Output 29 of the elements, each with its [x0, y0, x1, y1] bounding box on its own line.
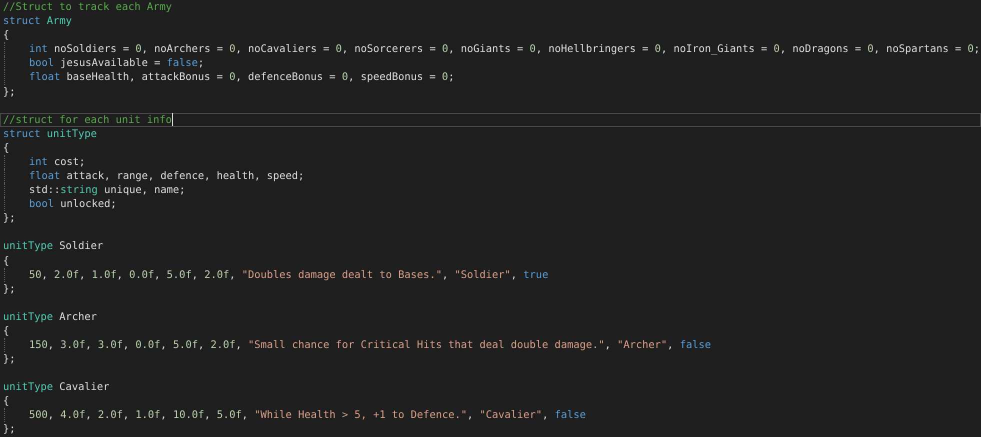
- code-line: unitType Soldier: [3, 239, 104, 254]
- code-line: };: [3, 211, 16, 226]
- code-line: struct unitType: [3, 126, 97, 141]
- code-line: int cost;: [29, 154, 86, 170]
- code-line: unitType Cavalier: [3, 380, 110, 394]
- code-line: {: [3, 28, 10, 42]
- code-line: bool jesusAvailable = false;: [29, 56, 204, 70]
- code-line: std::string unique, name;: [29, 183, 186, 198]
- code-editor[interactable]: [0, 0, 981, 437]
- code-line: {: [3, 324, 10, 338]
- code-line: int noSoldiers = 0, noArchers = 0, noCavaliers = 0, noSorcerers = 0, noGiants = 0, noHellbringers = 0, noIron_Giants = 0, noDragons = 0, noSpartans = 0;: [29, 42, 980, 56]
- code-line: };: [3, 352, 16, 366]
- code-line: float attack, range, defence, health, speed;: [29, 169, 304, 184]
- code-line: struct Army: [3, 14, 72, 28]
- code-line: {: [3, 140, 10, 155]
- code-line: float baseHealth, attackBonus = 0, defenceBonus = 0, speedBonus = 0;: [29, 70, 454, 85]
- code-line: unitType Archer: [3, 310, 97, 324]
- code-line: };: [3, 282, 16, 296]
- code-comment: //Struct to track each Army: [3, 0, 172, 14]
- code-line: 150, 3.0f, 3.0f, 0.0f, 5.0f, 2.0f, "Small chance for Critical Hits that deal double damage.", "Archer", false: [29, 338, 711, 352]
- code-line: {: [3, 254, 10, 268]
- code-line: };: [3, 84, 16, 99]
- code-line: };: [3, 422, 16, 437]
- text-cursor: [172, 112, 173, 126]
- code-line: 500, 4.0f, 2.0f, 1.0f, 10.0f, 5.0f, "While Health > 5, +1 to Defence.", "Cavalier", false: [29, 408, 586, 422]
- code-line: bool unlocked;: [29, 197, 117, 212]
- code-line: 50, 2.0f, 1.0f, 0.0f, 5.0f, 2.0f, "Doubles damage dealt to Bases.", "Soldier", true: [29, 268, 548, 282]
- code-comment: //struct for each unit info: [3, 112, 172, 127]
- code-line: {: [3, 394, 10, 408]
